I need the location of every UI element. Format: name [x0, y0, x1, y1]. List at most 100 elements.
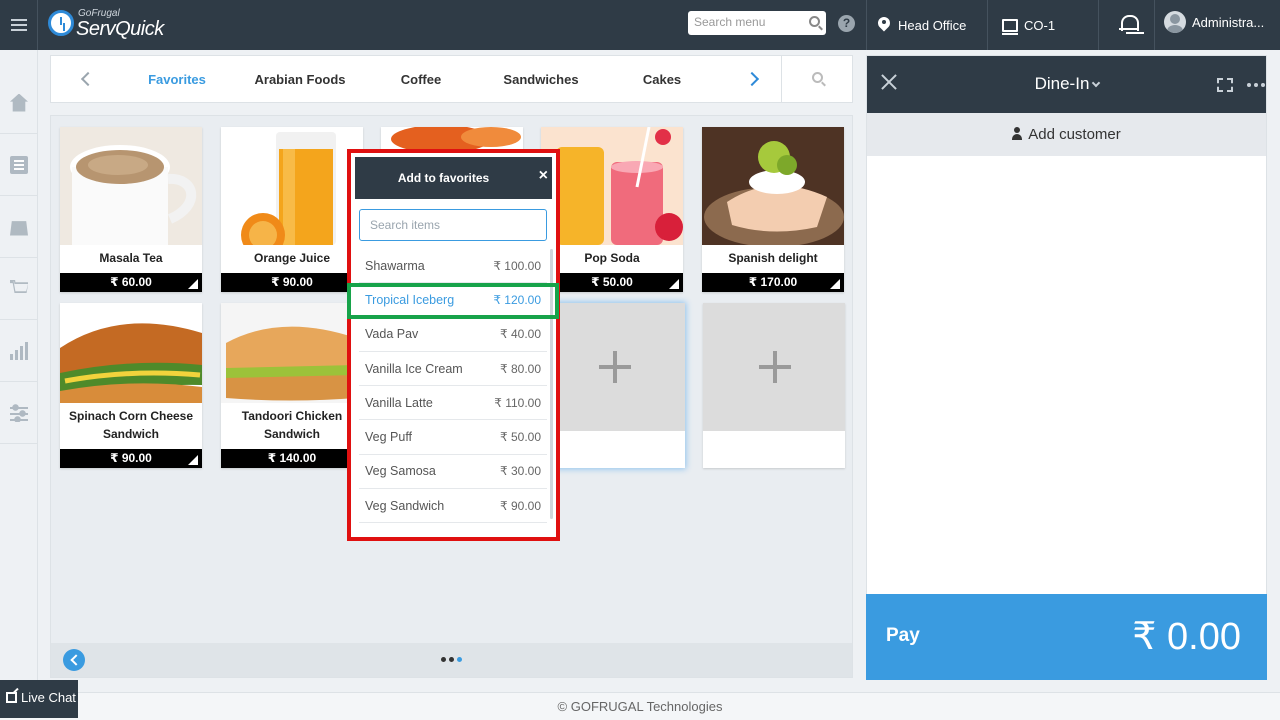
chevron-right-icon[interactable]	[744, 71, 760, 87]
copyright: © GOFRUGAL Technologies	[557, 699, 723, 714]
list-item-name: Veg Sandwich	[365, 498, 445, 513]
category-search-button[interactable]	[781, 56, 853, 102]
item-name: Masala Tea	[99, 251, 163, 265]
app-logo: GoFrugal ServQuick	[48, 8, 164, 42]
more-options-icon[interactable]	[1247, 83, 1265, 87]
tab-cakes[interactable]: Cakes	[643, 72, 681, 87]
list-item-name: Veg Samosa	[365, 464, 436, 479]
list-item-price: ₹ 120.00	[493, 292, 541, 307]
live-chat-button[interactable]: Live Chat	[0, 680, 78, 718]
divider	[1154, 0, 1155, 50]
item-card[interactable]: Orange Juice ₹ 90.00	[221, 127, 363, 292]
back-arrow-icon[interactable]	[63, 649, 85, 671]
list-item-name: Veg Puff	[365, 430, 413, 445]
list-item-name: Shawarma	[365, 258, 425, 273]
order-mode-selector[interactable]: Dine-In	[1017, 74, 1117, 94]
sidebar-item-orders[interactable]	[0, 134, 38, 196]
monitor-icon	[1002, 18, 1018, 35]
tab-favorites[interactable]: Favorites	[148, 72, 206, 87]
user-icon	[1012, 127, 1023, 140]
list-item[interactable]: Veg Puff ₹ 50.00	[359, 420, 547, 455]
home-icon	[10, 93, 28, 112]
divider	[1098, 0, 1099, 50]
chevron-left-icon[interactable]	[80, 71, 96, 87]
search-menu-input[interactable]: Search menu	[688, 11, 826, 35]
notification-bell-icon[interactable]	[1119, 14, 1139, 34]
counter-selector[interactable]: CO-1	[1002, 14, 1055, 36]
user-name: Administra...	[1192, 14, 1265, 30]
list-item[interactable]: Veg Samosa ₹ 30.00	[359, 455, 547, 490]
page-dots[interactable]	[441, 657, 462, 662]
item-price: ₹ 50.00	[541, 273, 683, 292]
list-item-price: ₹ 80.00	[500, 361, 541, 376]
divider	[866, 0, 867, 50]
add-customer-label: Add customer	[1028, 126, 1121, 143]
orders-icon	[10, 155, 28, 174]
order-mode: Dine-In	[1034, 74, 1090, 93]
cart-icon	[10, 279, 28, 293]
item-image	[60, 127, 202, 245]
item-name: Spanish delight	[728, 251, 818, 265]
add-slot-area	[703, 303, 845, 431]
item-image	[541, 127, 683, 245]
sliders-icon	[10, 403, 28, 422]
item-name: Orange Juice	[253, 251, 331, 265]
sidebar-item-settings[interactable]	[0, 382, 38, 444]
menu-icon[interactable]	[0, 0, 38, 50]
tab-arabian-foods[interactable]: Arabian Foods	[254, 72, 345, 87]
list-item-price: ₹ 50.00	[500, 430, 541, 445]
item-card[interactable]: Spinach Corn Cheese Sandwich ₹ 90.00	[60, 303, 202, 468]
list-item[interactable]: Shawarma ₹ 100.00	[359, 249, 547, 284]
item-card[interactable]: Pop Soda ₹ 50.00	[541, 127, 683, 292]
item-card[interactable]: Masala Tea ₹ 60.00	[60, 127, 202, 292]
item-card[interactable]: Spanish delight ₹ 170.00	[702, 127, 844, 292]
order-panel: Dine-In Add customer	[866, 55, 1267, 680]
close-icon[interactable]: ×	[539, 167, 548, 185]
search-icon	[812, 72, 823, 83]
list-item-name: Vanilla Ice Cream	[365, 361, 463, 376]
list-scrollbar[interactable]	[550, 249, 553, 519]
user-menu[interactable]: Administra...	[1164, 11, 1264, 33]
pay-total: ₹ 0.00	[1132, 616, 1241, 658]
list-item-name: Vanilla Latte	[365, 395, 433, 410]
sidebar-item-reports[interactable]	[0, 320, 38, 382]
item-image	[702, 127, 844, 245]
close-icon[interactable]	[881, 74, 897, 90]
bag-icon	[10, 221, 28, 236]
brand-name: ServQuick	[76, 18, 164, 40]
divider	[987, 0, 988, 50]
tab-sandwiches[interactable]: Sandwiches	[503, 72, 578, 87]
help-icon[interactable]: ?	[838, 15, 855, 32]
list-item-highlighted[interactable]: Tropical Iceberg ₹ 120.00	[359, 283, 547, 318]
list-item[interactable]: Veg Sandwich ₹ 90.00	[359, 489, 547, 524]
grid-pager	[51, 643, 852, 677]
chart-icon	[10, 341, 28, 360]
add-favorite-slot[interactable]	[703, 303, 845, 468]
pay-button[interactable]: Pay ₹ 0.00	[866, 594, 1267, 680]
live-chat-label: Live Chat	[21, 690, 76, 705]
list-item[interactable]: Vada Pav ₹ 40.00	[359, 318, 547, 352]
items-list: Shawarma ₹ 100.00 Tropical Iceberg ₹ 120.0…	[359, 249, 547, 524]
item-name: Pop Soda	[584, 251, 640, 265]
list-item-price: ₹ 30.00	[500, 464, 541, 479]
location-selector[interactable]: Head Office	[878, 14, 966, 36]
list-item[interactable]: Vanilla Ice Cream ₹ 80.00	[359, 352, 547, 387]
list-item[interactable]: Vanilla Latte ₹ 110.00	[359, 386, 547, 421]
list-item-name: Tropical Iceberg	[365, 292, 455, 307]
sidebar-item-cart[interactable]	[0, 258, 38, 320]
add-favorite-slot[interactable]	[543, 303, 685, 468]
search-items-input[interactable]	[359, 209, 547, 241]
add-customer-button[interactable]: Add customer	[867, 113, 1266, 156]
item-card[interactable]: Tandoori Chicken Sandwich ₹ 140.00	[221, 303, 363, 468]
sidebar-item-home[interactable]	[0, 72, 38, 134]
logo-clock-icon	[48, 10, 74, 36]
plus-icon	[599, 351, 631, 383]
scan-icon[interactable]	[1217, 78, 1233, 92]
item-image	[221, 127, 363, 245]
avatar	[1164, 11, 1186, 33]
item-name: Spinach Corn Cheese Sandwich	[68, 409, 194, 441]
sidebar-item-delivery[interactable]	[0, 196, 38, 258]
add-slot-area	[543, 303, 685, 431]
tab-coffee[interactable]: Coffee	[401, 72, 441, 87]
search-icon[interactable]	[809, 16, 820, 27]
